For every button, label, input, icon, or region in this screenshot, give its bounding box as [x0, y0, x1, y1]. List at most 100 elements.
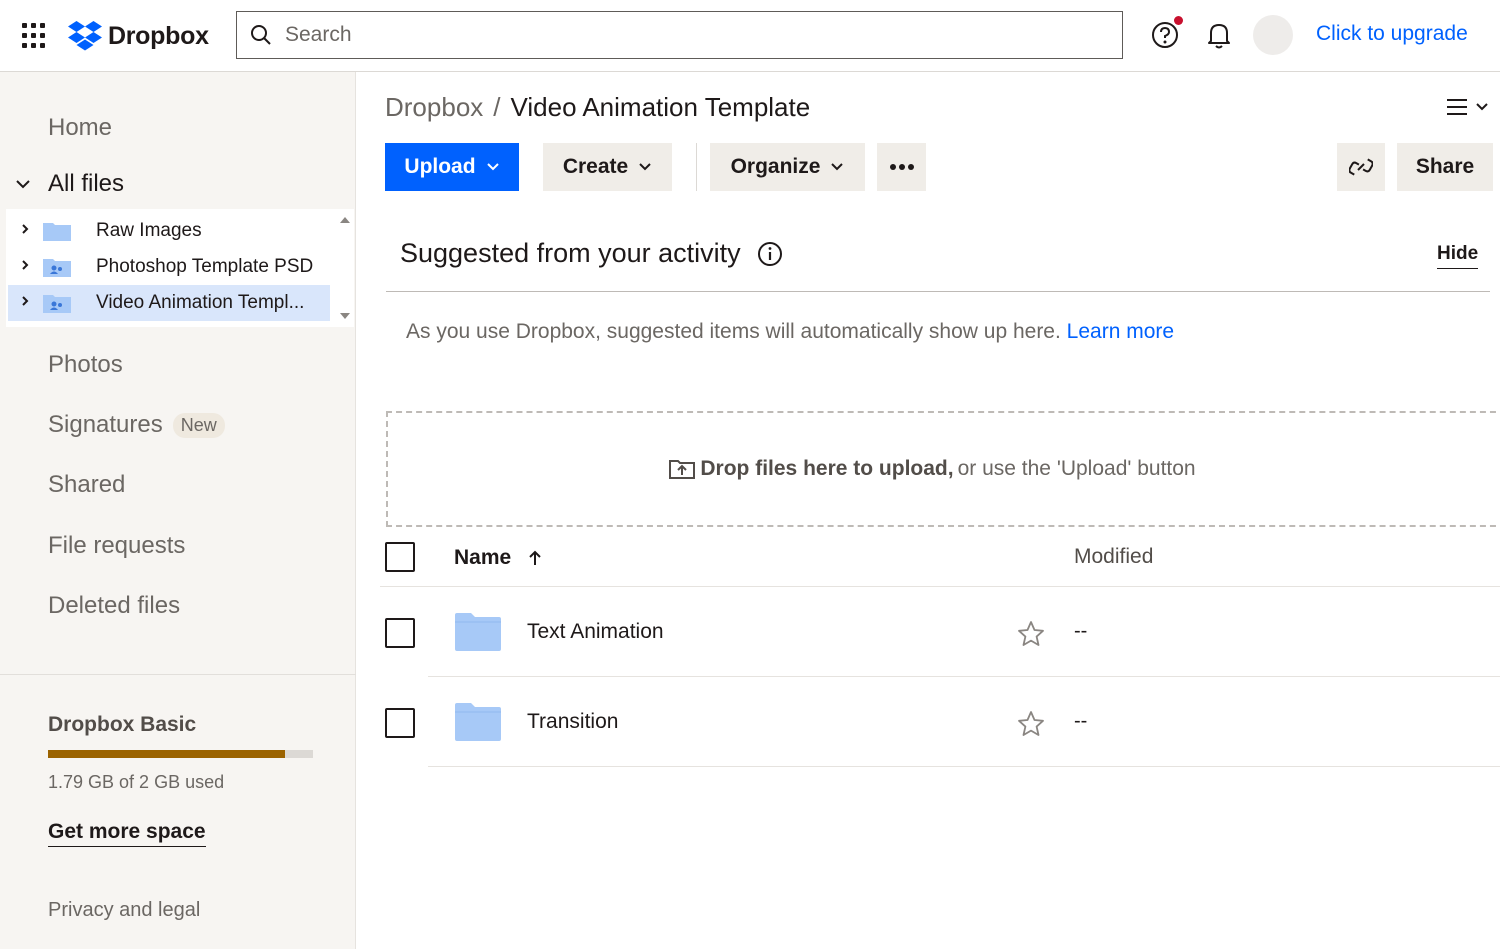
chevron-down-icon: [1476, 103, 1488, 111]
table-row[interactable]: Transition --: [380, 677, 1500, 767]
create-button-label: Create: [562, 155, 629, 178]
toolbar-divider: [696, 143, 697, 191]
copy-link-button[interactable]: [1337, 143, 1385, 191]
chevron-down-icon: [639, 163, 651, 171]
logo-text: Dropbox: [108, 21, 209, 50]
chevron-right-icon[interactable]: [8, 294, 42, 312]
tree-item-raw-images[interactable]: Raw Images: [8, 213, 330, 249]
search-icon: [251, 25, 271, 45]
folder-tree: Raw Images Photoshop Template PSD Video: [6, 209, 354, 327]
upgrade-link[interactable]: Click to upgrade: [1316, 22, 1468, 46]
scroll-down-icon[interactable]: [340, 313, 350, 319]
organize-button[interactable]: Organize: [710, 143, 865, 191]
upload-folder-icon: [669, 460, 696, 479]
upload-dropzone[interactable]: Drop files here to upload, or use the 'U…: [386, 411, 1500, 527]
hide-suggestions-button[interactable]: Hide: [1437, 243, 1479, 269]
tree-item-label: Photoshop Template PSD: [96, 256, 314, 277]
breadcrumb: Dropbox / Video Animation Template: [385, 92, 810, 123]
sidebar: Home All files Raw Images Photoshop Temp…: [0, 72, 356, 949]
folder-icon: [43, 223, 71, 241]
column-modified[interactable]: Modified: [1074, 545, 1153, 569]
folder-icon: [455, 613, 501, 651]
sidebar-item-file-requests[interactable]: File requests: [48, 532, 185, 560]
upload-button-label: Upload: [404, 155, 476, 178]
get-more-space-link[interactable]: Get more space: [48, 820, 206, 847]
tree-item-photoshop-template-psd[interactable]: Photoshop Template PSD: [8, 249, 330, 285]
breadcrumb-root[interactable]: Dropbox: [385, 92, 483, 122]
share-button[interactable]: Share: [1397, 143, 1493, 191]
privacy-legal-link[interactable]: Privacy and legal: [48, 899, 200, 922]
breadcrumb-current: Video Animation Template: [510, 92, 811, 122]
chevron-right-icon[interactable]: [8, 222, 42, 240]
chevron-down-icon[interactable]: [14, 175, 32, 193]
row-checkbox[interactable]: [385, 708, 415, 738]
sidebar-item-label: All files: [48, 170, 125, 197]
chevron-right-icon[interactable]: [8, 258, 42, 276]
modified-value: --: [1074, 710, 1088, 732]
avatar[interactable]: [1253, 15, 1293, 55]
link-icon: [1349, 158, 1373, 176]
more-horizontal-icon: [889, 164, 914, 170]
share-button-label: Share: [1415, 155, 1475, 178]
suggested-title-text: Suggested from your activity: [400, 238, 741, 268]
tree-item-label: Raw Images: [96, 220, 202, 241]
sidebar-divider: [0, 674, 356, 675]
sidebar-item-photos[interactable]: Photos: [48, 351, 123, 379]
search-input[interactable]: [285, 23, 1085, 47]
modified-value: --: [1074, 620, 1088, 642]
bell-icon[interactable]: [1205, 20, 1233, 50]
dropzone-bold-text: Drop files here to upload,: [700, 457, 954, 480]
dropzone-text: or use the 'Upload' button: [957, 457, 1196, 480]
row-checkbox[interactable]: [385, 618, 415, 648]
plan-name: Dropbox Basic: [48, 713, 197, 736]
notification-dot: [1174, 16, 1183, 25]
sort-ascending-icon: [529, 550, 541, 565]
column-name[interactable]: Name: [454, 546, 543, 570]
table-header: Name Modified: [380, 530, 1500, 587]
shared-folder-icon: [43, 259, 71, 277]
sidebar-item-home[interactable]: Home: [48, 114, 112, 142]
tree-item-label: Video Animation Templ...: [96, 292, 305, 313]
select-all-checkbox[interactable]: [385, 542, 415, 572]
sidebar-item-signatures[interactable]: Signatures New: [48, 411, 225, 439]
tree-item-video-animation-template[interactable]: Video Animation Templ...: [8, 285, 330, 321]
tree-scrollbar[interactable]: [336, 209, 354, 327]
info-icon[interactable]: [757, 241, 783, 267]
star-icon[interactable]: [1017, 710, 1045, 738]
suggested-message-text: As you use Dropbox, suggested items will…: [406, 320, 1061, 343]
list-view-icon: [1447, 99, 1467, 115]
suggested-title: Suggested from your activity: [400, 238, 783, 269]
suggested-message: As you use Dropbox, suggested items will…: [406, 320, 1174, 344]
breadcrumb-separator: /: [493, 92, 501, 122]
storage-usage-bar: [48, 750, 313, 758]
sidebar-item-shared[interactable]: Shared: [48, 471, 125, 499]
dropbox-logo[interactable]: Dropbox: [68, 16, 209, 56]
suggested-divider: [386, 291, 1490, 292]
shared-folder-icon: [43, 295, 71, 313]
table-row[interactable]: Text Animation --: [380, 587, 1500, 677]
create-button[interactable]: Create: [543, 143, 672, 191]
upload-button[interactable]: Upload: [385, 143, 519, 191]
view-toggle[interactable]: [1445, 96, 1489, 118]
sidebar-item-label: Signatures: [48, 411, 163, 438]
top-bar: Dropbox Click to upgrade: [0, 0, 1500, 72]
chevron-down-icon: [486, 163, 499, 171]
app-grid-icon[interactable]: [22, 23, 48, 49]
file-name[interactable]: Transition: [527, 710, 618, 734]
sidebar-item-deleted-files[interactable]: Deleted files: [48, 592, 180, 620]
organize-button-label: Organize: [730, 155, 821, 178]
search-box[interactable]: [236, 11, 1123, 59]
star-icon[interactable]: [1017, 620, 1045, 648]
chevron-down-icon: [831, 163, 844, 171]
storage-usage-fill: [48, 750, 286, 758]
learn-more-link[interactable]: Learn more: [1067, 320, 1174, 343]
new-badge: New: [172, 413, 225, 439]
file-name[interactable]: Text Animation: [527, 620, 664, 644]
column-name-label: Name: [454, 546, 512, 569]
scroll-up-icon[interactable]: [340, 217, 350, 223]
folder-icon: [455, 703, 501, 741]
row-divider: [428, 766, 1500, 767]
storage-usage-text: 1.79 GB of 2 GB used: [48, 772, 225, 792]
more-actions-button[interactable]: [877, 143, 926, 191]
sidebar-item-all-files[interactable]: All files: [14, 170, 124, 198]
